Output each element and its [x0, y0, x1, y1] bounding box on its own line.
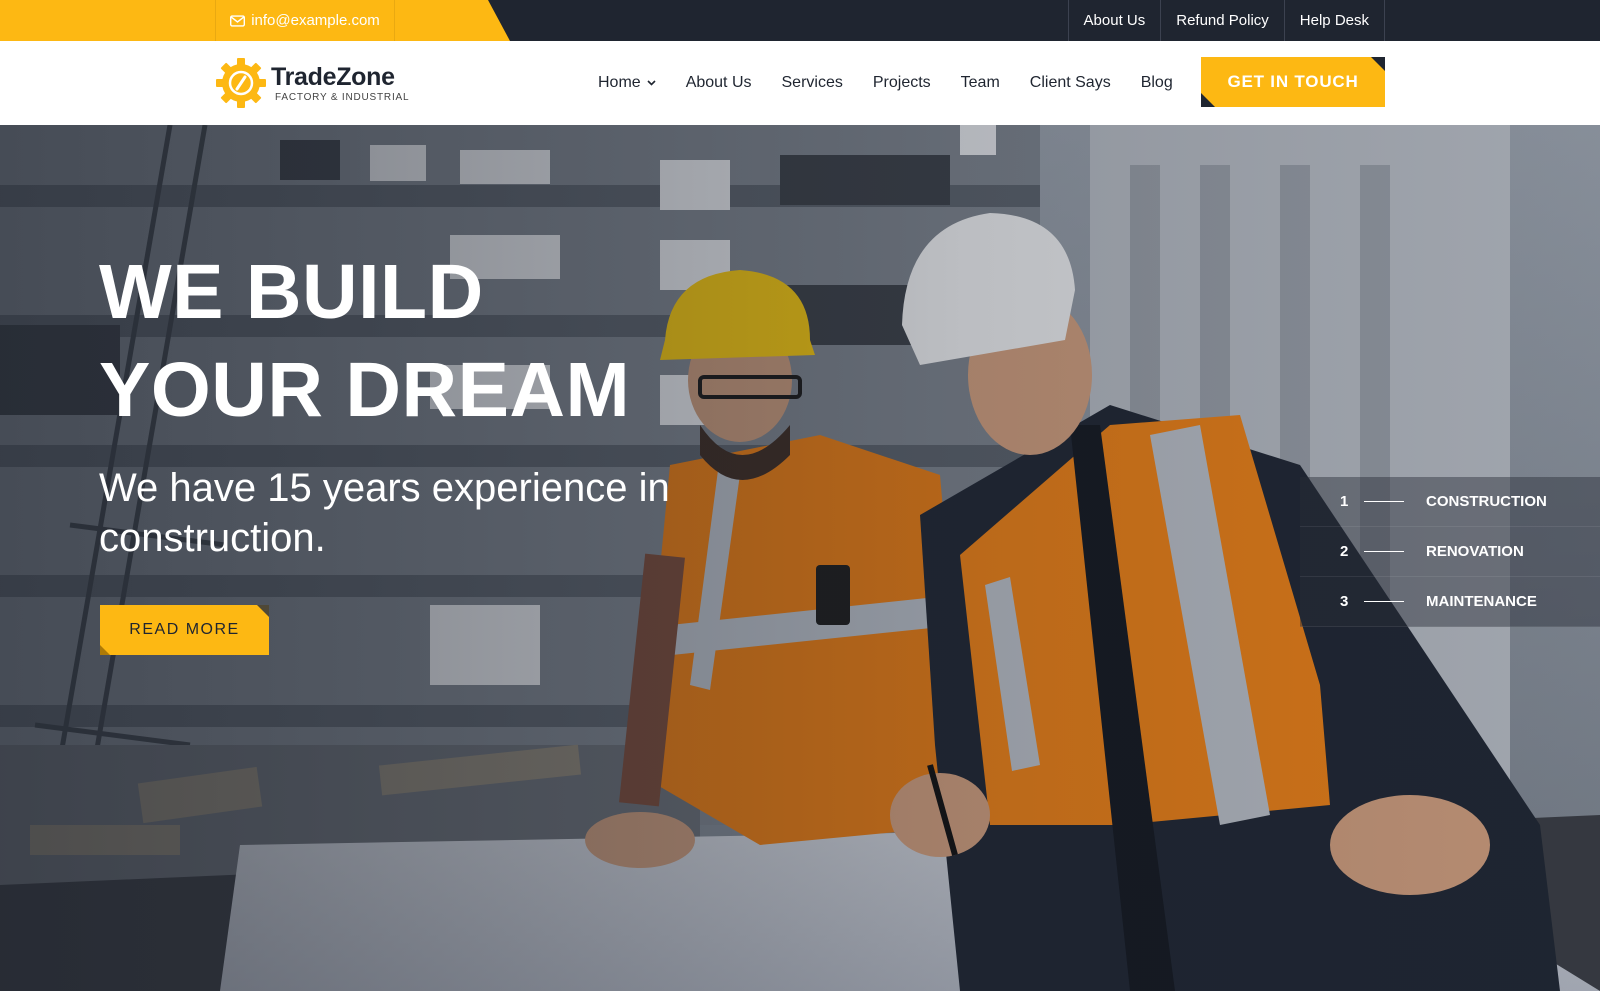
nav-item-projects[interactable]: Projects [873, 74, 931, 92]
gear-logo-icon [216, 58, 266, 108]
slide-navigation: 1 CONSTRUCTION 2 RENOVATION 3 MAINTENANC… [1300, 477, 1600, 627]
logo-text: TradeZone FACTORY & INDUSTRIAL [271, 64, 409, 103]
hero-title: WE BUILD YOUR DREAM [99, 243, 630, 439]
slide-number: 1 [1340, 493, 1349, 510]
slide-nav-item-maintenance[interactable]: 3 MAINTENANCE [1300, 577, 1600, 627]
top-link-refund-policy[interactable]: Refund Policy [1160, 0, 1284, 41]
slide-label: MAINTENANCE [1426, 593, 1537, 610]
top-link-help-desk[interactable]: Help Desk [1283, 0, 1385, 41]
logo-name: TradeZone [271, 62, 395, 91]
slide-label: CONSTRUCTION [1426, 493, 1547, 510]
hero-title-line-1: WE BUILD [99, 249, 484, 335]
nav-item-team[interactable]: Team [961, 74, 1000, 92]
slide-divider-line [1364, 501, 1404, 502]
top-links: About Us Refund Policy Help Desk [1067, 0, 1385, 41]
top-bar: info@example.com About Us Refund Policy … [0, 0, 1600, 41]
logo-tagline: FACTORY & INDUSTRIAL [275, 91, 410, 103]
contact-email[interactable]: info@example.com [215, 0, 395, 41]
hero-slider: WE BUILD YOUR DREAM We have 15 years exp… [0, 125, 1600, 991]
slide-number: 3 [1340, 593, 1349, 610]
envelope-icon [230, 14, 246, 27]
chevron-down-icon [647, 80, 656, 86]
nav-item-services[interactable]: Services [782, 74, 843, 92]
top-link-about-us[interactable]: About Us [1067, 0, 1161, 41]
nav-item-about-us[interactable]: About Us [686, 74, 752, 92]
main-nav: Home About Us Services Projects Team Cli… [598, 41, 1173, 125]
hero-subtitle: We have 15 years experience in construct… [99, 466, 670, 560]
get-in-touch-button[interactable]: GET IN TOUCH [1201, 57, 1385, 107]
nav-item-blog[interactable]: Blog [1141, 74, 1173, 92]
contact-email-text: info@example.com [251, 12, 380, 29]
logo[interactable]: TradeZone FACTORY & INDUSTRIAL [215, 57, 409, 109]
read-more-button[interactable]: READ MORE [100, 605, 269, 655]
nav-item-client-says[interactable]: Client Says [1030, 74, 1111, 92]
hero-title-line-2: YOUR DREAM [99, 347, 631, 433]
nav-item-home[interactable]: Home [598, 74, 656, 92]
slide-nav-item-renovation[interactable]: 2 RENOVATION [1300, 527, 1600, 577]
slide-number: 2 [1340, 543, 1349, 560]
slide-label: RENOVATION [1426, 543, 1524, 560]
slide-divider-line [1364, 601, 1404, 602]
slide-divider-line [1364, 551, 1404, 552]
slide-nav-item-construction[interactable]: 1 CONSTRUCTION [1300, 477, 1600, 527]
nav-item-home-label: Home [598, 74, 641, 91]
main-header: TradeZone FACTORY & INDUSTRIAL Home Abou… [0, 41, 1600, 125]
